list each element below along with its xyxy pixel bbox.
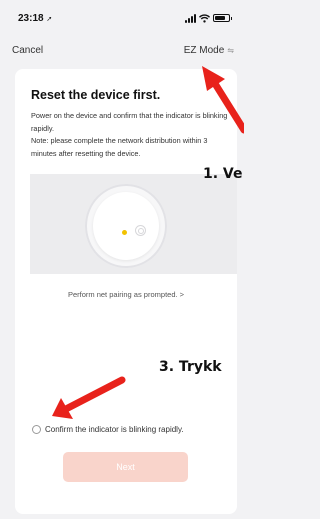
ez-mode-button[interactable]: EZ Mode ⇋ — [184, 45, 234, 56]
reset-card: Reset the device first. Power on the dev… — [15, 69, 237, 514]
instructions: Power on the device and confirm that the… — [31, 110, 231, 160]
status-time: 23:18 ➚ — [18, 13, 52, 24]
annotation-step-1: 1. Ve — [203, 166, 243, 182]
ez-mode-label: EZ Mode — [183, 45, 225, 56]
annotation-step-3: 3. Trykk — [159, 359, 222, 375]
confirm-label[interactable]: Confirm the indicator is blinking rapidl… — [45, 425, 184, 434]
wifi-icon — [199, 13, 210, 23]
confirm-checkbox-row[interactable]: Confirm the indicator is blinking rapidl… — [32, 425, 184, 434]
instruction-power: Power on the device and confirm that the… — [31, 111, 228, 133]
clock-time: 23:18 — [18, 13, 44, 24]
confirm-radio[interactable] — [32, 425, 41, 434]
status-icons — [185, 12, 232, 24]
page-title: Reset the device first. — [31, 88, 161, 102]
nav-bar: Cancel EZ Mode ⇋ — [0, 38, 244, 62]
device-image — [85, 184, 167, 268]
swap-icon: ⇋ — [227, 46, 234, 55]
device-face — [93, 192, 159, 260]
location-icon: ➚ — [46, 16, 53, 23]
cancel-button[interactable]: Cancel — [12, 45, 43, 56]
indicator-light-icon — [122, 230, 127, 235]
signal-icon — [185, 13, 196, 23]
battery-icon — [213, 14, 232, 22]
pairing-guide-link[interactable]: Perform net pairing as prompted. > — [15, 290, 237, 299]
status-bar: 23:18 ➚ — [0, 0, 244, 34]
next-button[interactable]: Next — [63, 452, 188, 482]
instruction-note: Note: please complete the network distri… — [31, 136, 208, 158]
power-button-icon — [135, 225, 146, 236]
device-illustration — [30, 174, 237, 274]
